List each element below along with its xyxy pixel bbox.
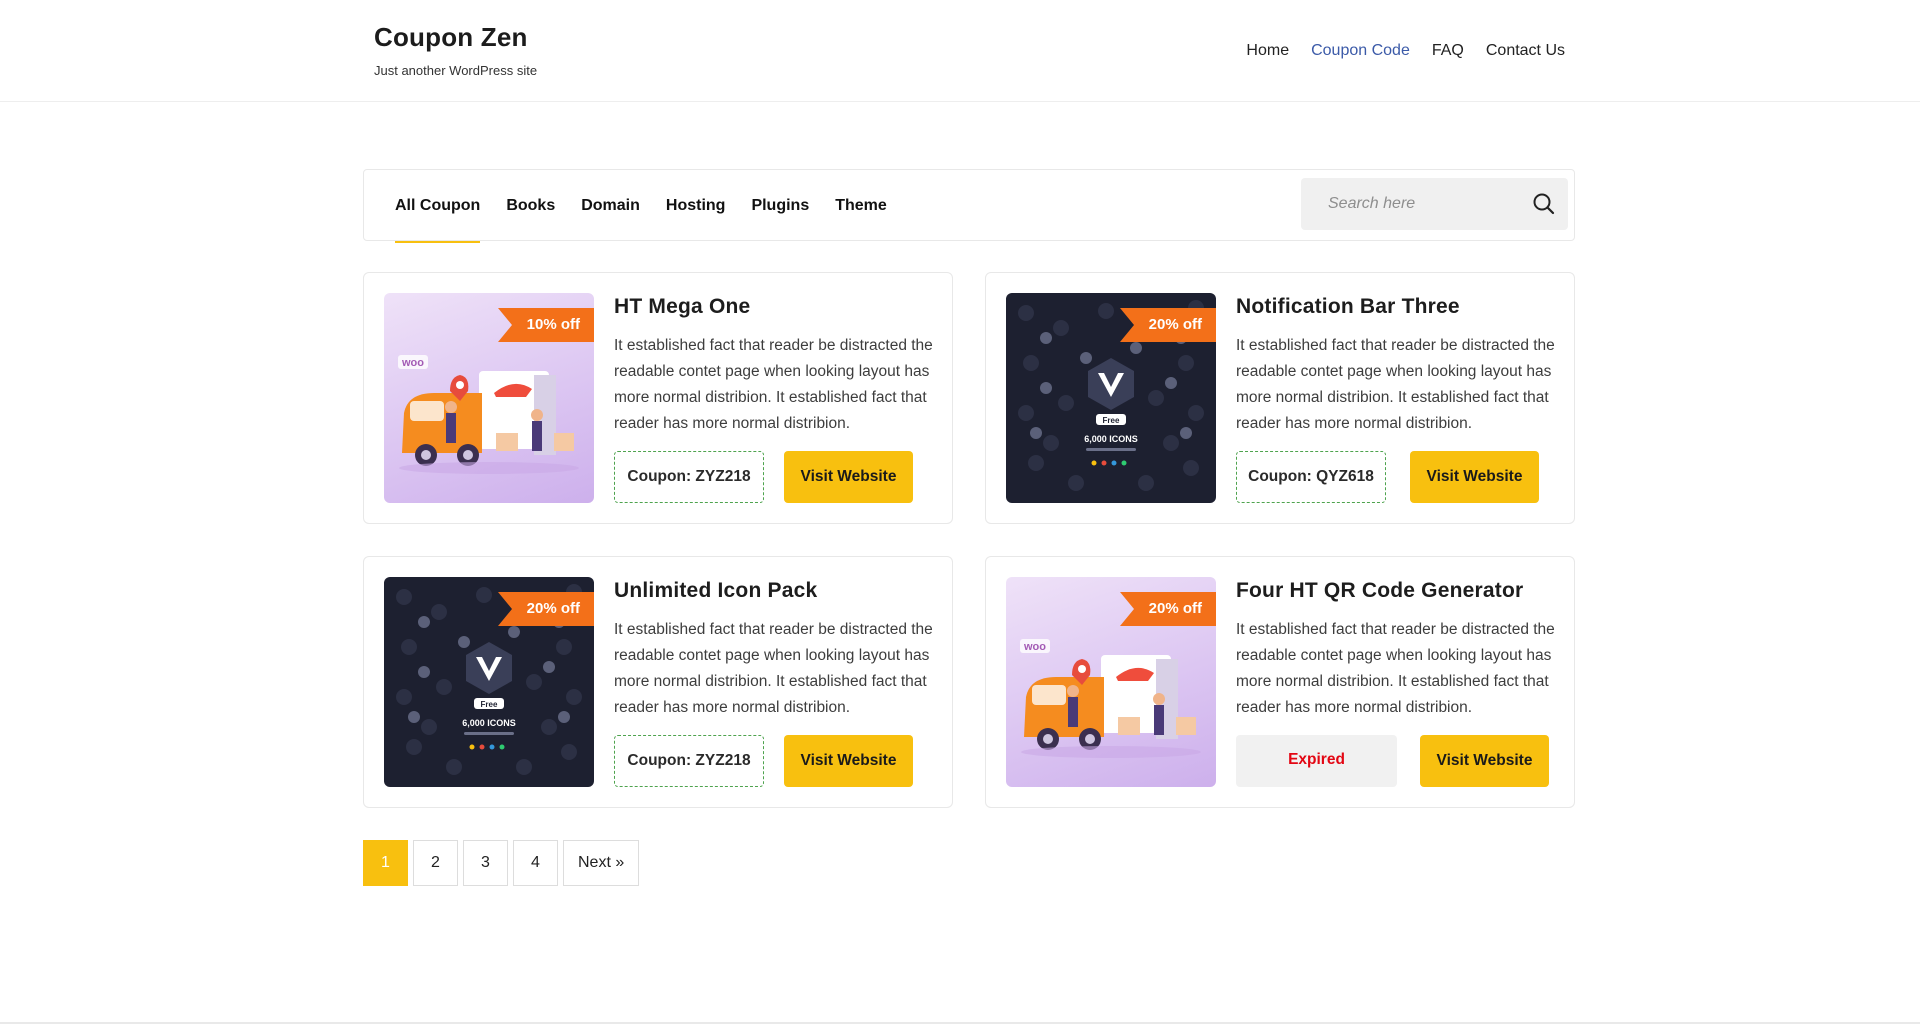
icons-count-label: 6,000 ICONS — [462, 718, 516, 728]
page-1-button[interactable]: 1 — [363, 840, 408, 886]
coupon-card: woo 20% off Four HT QR Code Generator It… — [985, 556, 1575, 808]
coupon-filter-bar: All Coupon Books Domain Hosting Plugins … — [363, 169, 1575, 243]
search-icon[interactable] — [1530, 190, 1558, 218]
tab-plugins[interactable]: Plugins — [751, 170, 809, 242]
tab-domain[interactable]: Domain — [581, 170, 640, 242]
tab-books[interactable]: Books — [506, 170, 555, 242]
site-tagline: Just another WordPress site — [374, 63, 538, 78]
main-nav: Home Coupon Code FAQ Contact Us — [1246, 42, 1565, 60]
coupon-title[interactable]: Four HT QR Code Generator — [1236, 579, 1523, 603]
discount-ribbon: 20% off — [1120, 592, 1216, 626]
tab-all-coupon[interactable]: All Coupon — [395, 170, 481, 243]
tab-theme[interactable]: Theme — [835, 170, 887, 242]
site-title[interactable]: Coupon Zen — [374, 22, 537, 53]
nav-coupon-code[interactable]: Coupon Code — [1311, 42, 1410, 60]
free-label: Free — [481, 700, 498, 709]
icons-count-label: 6,000 ICONS — [1084, 434, 1138, 444]
coupon-code-button[interactable]: Coupon: ZYZ218 — [614, 451, 764, 503]
nav-faq[interactable]: FAQ — [1432, 42, 1464, 60]
coupon-card: Free 6,000 ICONS 20% off Unlimited Icon … — [363, 556, 953, 808]
coupon-code-button[interactable]: Coupon: QYZ618 — [1236, 451, 1386, 503]
discount-ribbon: 20% off — [1120, 308, 1216, 342]
coupon-title[interactable]: HT Mega One — [614, 295, 750, 319]
free-label: Free — [1103, 416, 1120, 425]
visit-website-button[interactable]: Visit Website — [784, 735, 913, 787]
discount-ribbon: 10% off — [498, 308, 594, 342]
coupon-description: It established fact that reader be distr… — [1236, 621, 1555, 716]
page-2-button[interactable]: 2 — [413, 840, 458, 886]
discount-ribbon: 20% off — [498, 592, 594, 626]
next-page-button[interactable]: Next » — [563, 840, 640, 886]
category-tabs: All Coupon Books Domain Hosting Plugins … — [395, 170, 887, 243]
nav-home[interactable]: Home — [1246, 42, 1289, 60]
coupon-description: It established fact that reader be distr… — [614, 337, 933, 432]
coupon-card: Free 6,000 ICONS 20% off Notification Ba… — [985, 272, 1575, 524]
visit-website-button[interactable]: Visit Website — [1420, 735, 1549, 787]
coupon-card: woo 10% off HT Mega One It established f… — [363, 272, 953, 524]
page-3-button[interactable]: 3 — [463, 840, 508, 886]
search-box — [1301, 178, 1568, 230]
woo-logo-text: woo — [1023, 641, 1046, 653]
coupon-description: It established fact that reader be distr… — [1236, 337, 1555, 432]
nav-contact-us[interactable]: Contact Us — [1486, 42, 1565, 60]
site-header: Coupon Zen Just another WordPress site H… — [0, 0, 1920, 102]
tab-hosting[interactable]: Hosting — [666, 170, 726, 242]
coupon-image[interactable]: woo 20% off — [1006, 577, 1216, 787]
coupon-image[interactable]: woo 10% off — [384, 293, 594, 503]
woo-logo-text: woo — [401, 357, 424, 369]
site-branding: Coupon Zen Just another WordPress site — [374, 22, 537, 78]
visit-website-button[interactable]: Visit Website — [1410, 451, 1539, 503]
pagination: 1 2 3 4 Next » — [363, 840, 640, 886]
coupon-title[interactable]: Unlimited Icon Pack — [614, 579, 817, 603]
page-4-button[interactable]: 4 — [513, 840, 558, 886]
coupon-description: It established fact that reader be distr… — [614, 621, 933, 716]
coupon-title[interactable]: Notification Bar Three — [1236, 295, 1460, 319]
coupon-image[interactable]: Free 6,000 ICONS 20% off — [1006, 293, 1216, 503]
expired-badge: Expired — [1236, 735, 1397, 787]
coupon-image[interactable]: Free 6,000 ICONS 20% off — [384, 577, 594, 787]
coupon-code-button[interactable]: Coupon: ZYZ218 — [614, 735, 764, 787]
search-input[interactable] — [1301, 178, 1521, 230]
visit-website-button[interactable]: Visit Website — [784, 451, 913, 503]
